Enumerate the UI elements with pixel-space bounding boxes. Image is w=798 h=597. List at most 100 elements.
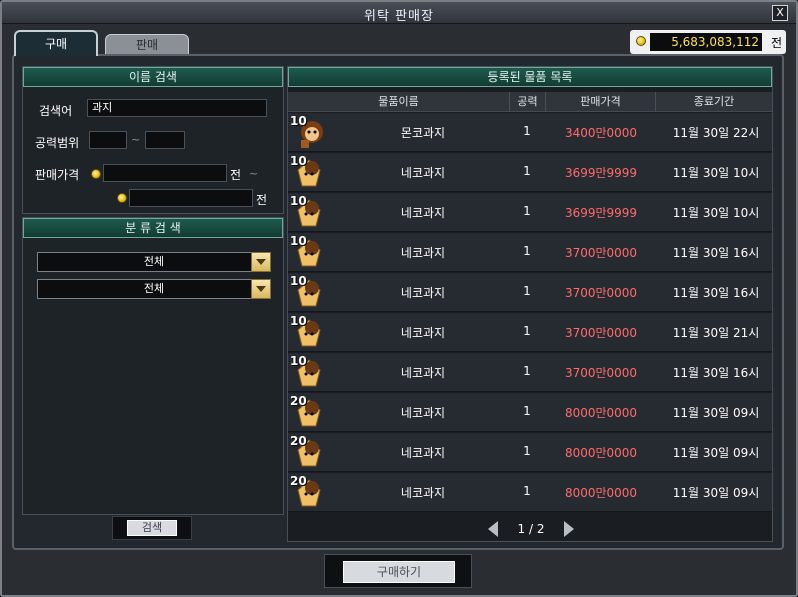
- chevron-down-icon[interactable]: [251, 252, 271, 272]
- item-attack: 1: [523, 124, 531, 138]
- attack-min-input[interactable]: [89, 131, 127, 149]
- table-row[interactable]: 20 네코과지 1 8000만0000 11월 30일 09시: [288, 433, 772, 472]
- window-title: 위탁 판매장: [364, 9, 434, 24]
- table-row[interactable]: 10 네코과지 1 3700만0000 11월 30일 16시: [288, 273, 772, 312]
- item-end-time: 11월 30일 09시: [672, 406, 760, 420]
- search-button-frame: 검색: [112, 516, 192, 540]
- consignment-shop-window: 위탁 판매장 X 구매 판매 5,683,083,112 전 이름 검색 검색어…: [0, 0, 798, 597]
- category-dropdown-2-value: 전체: [143, 282, 165, 295]
- item-price: 8000만0000: [564, 406, 638, 420]
- item-end-time: 11월 30일 10시: [672, 166, 760, 180]
- item-name: 네코과지: [400, 486, 446, 500]
- item-attack: 1: [523, 164, 531, 178]
- item-list-columns: 물품이름 공력 판매가격 종료기간: [288, 92, 772, 112]
- page-indicator: 1 / 2: [517, 522, 545, 536]
- price-min-unit: 전: [230, 168, 242, 182]
- item-quantity: 20: [290, 434, 307, 448]
- column-end-time[interactable]: 종료기간: [656, 92, 772, 112]
- category-dropdown-1[interactable]: 전체: [37, 252, 271, 272]
- item-name: 네코과지: [400, 366, 446, 380]
- price-label: 판매가격: [35, 168, 80, 182]
- chevron-down-icon[interactable]: [251, 279, 271, 299]
- close-button[interactable]: X: [772, 5, 788, 21]
- tab-sell[interactable]: 판매: [105, 34, 189, 56]
- item-name: 네코과지: [400, 286, 446, 300]
- price-min-input[interactable]: [103, 164, 227, 182]
- item-price: 8000만0000: [564, 486, 638, 500]
- item-end-time: 11월 30일 09시: [672, 446, 760, 460]
- item-price: 3700만0000: [564, 366, 638, 380]
- category-dropdown-2[interactable]: 전체: [37, 279, 271, 299]
- item-name: 네코과지: [400, 406, 446, 420]
- buy-button-frame: 구매하기: [324, 554, 472, 588]
- table-row[interactable]: 20 네코과지 1 8000만0000 11월 30일 09시: [288, 473, 772, 512]
- item-attack: 1: [523, 484, 531, 498]
- table-row[interactable]: 10 네코과지 1 3699만9999 11월 30일 10시: [288, 193, 772, 232]
- money-unit: 전: [770, 36, 782, 50]
- item-price: 3699만9999: [564, 206, 638, 220]
- item-name: 네코과지: [400, 446, 446, 460]
- column-price[interactable]: 판매가격: [546, 92, 656, 112]
- item-price: 8000만0000: [564, 446, 638, 460]
- price-max-unit: 전: [256, 193, 268, 207]
- item-attack: 1: [523, 244, 531, 258]
- item-list-header: 등록된 물품 목록: [288, 67, 772, 87]
- keyword-input[interactable]: 과지: [87, 99, 267, 117]
- item-attack: 1: [523, 404, 531, 418]
- item-quantity: 10: [290, 274, 307, 288]
- coin-icon: [117, 193, 127, 203]
- item-end-time: 11월 30일 16시: [672, 366, 760, 380]
- category-search-panel: 분 류 검 색 전체 전체: [22, 217, 284, 515]
- item-quantity: 20: [290, 474, 307, 488]
- table-row[interactable]: 10 네코과지 1 3700만0000 11월 30일 16시: [288, 233, 772, 272]
- table-row[interactable]: 10 네코과지 1 3699만9999 11월 30일 10시: [288, 153, 772, 192]
- attack-range-tilde: ~: [131, 133, 141, 146]
- item-quantity: 20: [290, 394, 307, 408]
- search-button[interactable]: 검색: [127, 520, 177, 536]
- item-quantity: 10: [290, 314, 307, 328]
- item-attack: 1: [523, 444, 531, 458]
- next-page-icon[interactable]: [564, 521, 574, 537]
- title-bar[interactable]: 위탁 판매장 X: [2, 2, 796, 24]
- prev-page-icon[interactable]: [488, 521, 498, 537]
- item-end-time: 11월 30일 21시: [672, 326, 760, 340]
- table-row[interactable]: 10 네코과지 1 3700만0000 11월 30일 16시: [288, 353, 772, 392]
- item-price: 3700만0000: [564, 326, 638, 340]
- price-max-input[interactable]: [129, 189, 253, 207]
- coin-icon: [636, 36, 646, 46]
- item-list-panel: 등록된 물품 목록 물품이름 공력 판매가격 종료기간 10 몬코과지 1 34…: [287, 66, 773, 542]
- item-attack: 1: [523, 284, 531, 298]
- item-attack: 1: [523, 364, 531, 378]
- category-dropdown-1-value: 전체: [143, 255, 165, 268]
- item-end-time: 11월 30일 09시: [672, 486, 760, 500]
- money-amount: 5,683,083,112: [650, 33, 762, 51]
- pagination: 1 / 2: [488, 519, 574, 539]
- price-range-tilde: ~: [249, 167, 259, 180]
- item-price: 3700만0000: [564, 246, 638, 260]
- column-attack[interactable]: 공력: [510, 92, 546, 112]
- money-display: 5,683,083,112 전: [630, 30, 786, 54]
- name-search-panel: 이름 검색 검색어 과지 공력범위 ~ 판매가격 전 ~ 전: [22, 66, 284, 214]
- buy-button[interactable]: 구매하기: [343, 561, 455, 583]
- keyword-label: 검색어: [39, 104, 73, 118]
- table-row[interactable]: 10 네코과지 1 3700만0000 11월 30일 21시: [288, 313, 772, 352]
- tab-buy[interactable]: 구매: [14, 30, 98, 56]
- table-row[interactable]: 20 네코과지 1 8000만0000 11월 30일 09시: [288, 393, 772, 432]
- coin-icon: [91, 169, 101, 179]
- item-quantity: 10: [290, 154, 307, 168]
- item-quantity: 10: [290, 194, 307, 208]
- table-row[interactable]: 10 몬코과지 1 3400만0000 11월 30일 22시: [288, 113, 772, 152]
- item-price: 3400만0000: [564, 126, 638, 140]
- name-search-header: 이름 검색: [23, 67, 283, 87]
- item-name: 네코과지: [400, 326, 446, 340]
- item-end-time: 11월 30일 16시: [672, 286, 760, 300]
- item-quantity: 10: [290, 114, 307, 128]
- item-price: 3700만0000: [564, 286, 638, 300]
- item-attack: 1: [523, 324, 531, 338]
- attack-range-label: 공력범위: [35, 136, 80, 150]
- column-item-name[interactable]: 물품이름: [288, 92, 510, 112]
- item-price: 3699만9999: [564, 166, 638, 180]
- item-name: 몬코과지: [400, 126, 446, 140]
- attack-max-input[interactable]: [145, 131, 185, 149]
- item-name: 네코과지: [400, 166, 446, 180]
